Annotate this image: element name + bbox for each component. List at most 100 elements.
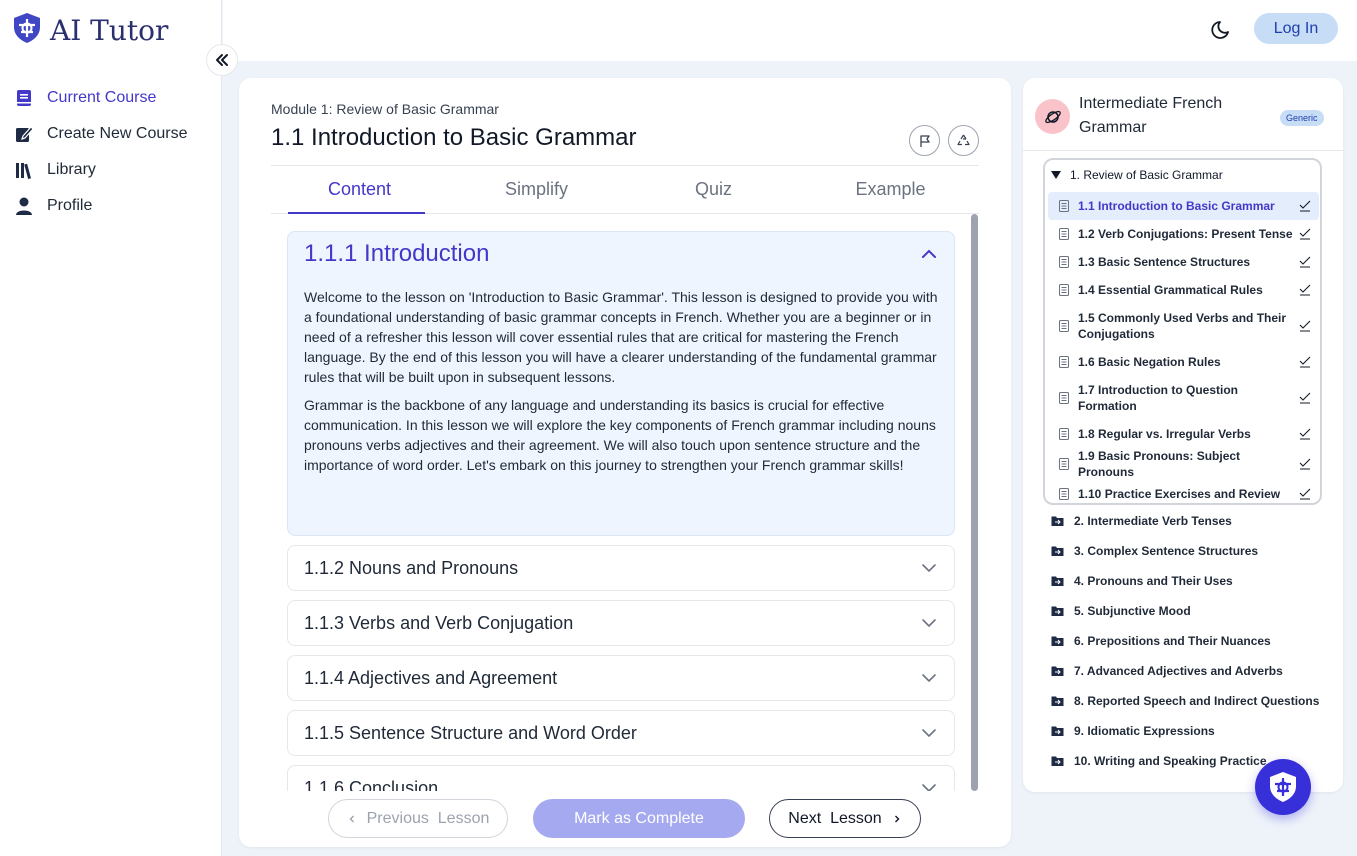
document-icon [1059, 392, 1069, 404]
lesson-tabs: Content Simplify Quiz Example [271, 166, 979, 214]
section-header[interactable]: 1.1.5 Sentence Structure and Word Order [288, 711, 954, 755]
section-title: 1.1.1 Introduction [304, 240, 490, 267]
chevron-down-icon [922, 784, 936, 791]
folder-arrow-icon [1051, 666, 1064, 676]
tab-quiz[interactable]: Quiz [625, 166, 802, 213]
module-title: 2. Intermediate Verb Tenses [1074, 514, 1232, 528]
theme-toggle-button[interactable] [1211, 18, 1233, 40]
login-button[interactable]: Log In [1254, 13, 1338, 44]
nav-create-new-course[interactable]: Create New Course [14, 116, 188, 152]
section-accordion[interactable]: 1.1.4 Adjectives and Agreement [287, 655, 955, 701]
lesson-label: 1.2 Verb Conjugations: Present Tense [1078, 227, 1293, 241]
section-title: 1.1.6 Conclusion [304, 777, 439, 792]
library-icon [16, 163, 32, 179]
lesson-item[interactable]: 1.4 Essential Grammatical Rules [1048, 276, 1319, 304]
section-accordion[interactable]: 1.1.5 Sentence Structure and Word Order [287, 710, 955, 756]
folder-arrow-icon [1051, 696, 1064, 706]
section-title: 1.1.3 Verbs and Verb Conjugation [304, 612, 574, 633]
document-icon [1059, 458, 1069, 470]
lesson-item[interactable]: 1.9 Basic Pronouns: Subject Pronouns [1048, 448, 1319, 480]
module-item[interactable]: 7. Advanced Adjectives and Adverbs [1051, 656, 1319, 686]
lesson-item[interactable]: 1.2 Verb Conjugations: Present Tense [1048, 220, 1319, 248]
section-header[interactable]: 1.1.1 Introduction [288, 232, 954, 276]
document-icon [1059, 228, 1069, 240]
document-icon [1059, 256, 1069, 268]
collapse-sidebar-button[interactable] [206, 44, 238, 76]
section-header[interactable]: 1.1.3 Verbs and Verb Conjugation [288, 601, 954, 645]
section-title: 1.1.2 Nouns and Pronouns [304, 557, 519, 578]
module-item[interactable]: 5. Subjunctive Mood [1051, 596, 1319, 626]
lesson-item[interactable]: 1.7 Introduction to Question Formation [1048, 376, 1319, 420]
module-item[interactable]: 6. Prepositions and Their Nuances [1051, 626, 1319, 656]
nav-label: Create New Course [47, 125, 188, 142]
tab-simplify[interactable]: Simplify [448, 166, 625, 213]
module-list: 2. Intermediate Verb Tenses 3. Complex S… [1051, 506, 1319, 776]
document-icon [1059, 200, 1069, 212]
section-accordion[interactable]: 1.1.2 Nouns and Pronouns [287, 545, 955, 591]
check-icon [1299, 284, 1311, 296]
recycle-button[interactable] [948, 125, 979, 156]
nav-current-course[interactable]: Current Course [14, 80, 188, 116]
section-accordion[interactable]: 1.1.3 Verbs and Verb Conjugation [287, 600, 955, 646]
lesson-item[interactable]: 1.5 Commonly Used Verbs and Their Conjug… [1048, 304, 1319, 348]
tab-example[interactable]: Example [802, 166, 979, 213]
page-title: 1.1 Introduction to Basic Grammar [271, 124, 637, 151]
lesson-label: 1.10 Practice Exercises and Review [1078, 487, 1281, 501]
chevron-down-icon [922, 564, 936, 573]
module-label: Module 1: Review of Basic Grammar [271, 101, 499, 117]
edit-icon [16, 126, 34, 142]
lesson-label: 1.5 Commonly Used Verbs and Their Conjug… [1078, 311, 1287, 341]
nav-profile[interactable]: Profile [14, 188, 188, 224]
planet-icon [1044, 110, 1061, 123]
lesson-item[interactable]: 1.3 Basic Sentence Structures [1048, 248, 1319, 276]
chevron-down-icon [922, 674, 936, 683]
lesson-item[interactable]: 1.6 Basic Negation Rules [1048, 348, 1319, 376]
lesson-item[interactable]: 1.8 Regular vs. Irregular Verbs [1048, 420, 1319, 448]
lesson-card: Module 1: Review of Basic Grammar 1.1 In… [239, 78, 1011, 847]
module-item[interactable]: 3. Complex Sentence Structures [1051, 536, 1319, 566]
brand-logo[interactable]: AI Tutor [12, 12, 168, 49]
caret-down-icon [1051, 171, 1061, 179]
lesson-item[interactable]: 1.1 Introduction to Basic Grammar [1048, 192, 1319, 220]
flag-button[interactable] [909, 125, 940, 156]
section-accordion: 1.1.1 Introduction Welcome to the lesson… [287, 231, 955, 536]
sidebar: AI Tutor Current Course Create New Cours… [0, 0, 222, 856]
folder-arrow-icon [1051, 576, 1064, 586]
ai-tutor-chat-button[interactable] [1255, 759, 1311, 815]
check-icon [1299, 256, 1311, 268]
tab-content[interactable]: Content [271, 166, 448, 214]
module-item[interactable]: 9. Idiomatic Expressions [1051, 716, 1319, 746]
check-icon [1299, 356, 1311, 368]
module-title: 3. Complex Sentence Structures [1074, 544, 1259, 558]
lesson-label: 1.3 Basic Sentence Structures [1078, 255, 1251, 269]
check-icon [1299, 488, 1311, 500]
content-scrollbar[interactable] [971, 214, 978, 791]
module-item[interactable]: 8. Reported Speech and Indirect Question… [1051, 686, 1319, 716]
shield-logo-icon [1270, 772, 1296, 802]
module-item[interactable]: 2. Intermediate Verb Tenses [1051, 506, 1319, 536]
lesson-label: 1.9 Basic Pronouns: Subject Pronouns [1078, 449, 1241, 479]
flag-icon [919, 134, 930, 147]
folder-arrow-icon [1051, 606, 1064, 616]
module-title: 8. Reported Speech and Indirect Question… [1074, 694, 1320, 708]
section-header[interactable]: 1.1.2 Nouns and Pronouns [288, 546, 954, 590]
button-label: Previous Lesson [366, 809, 490, 827]
mark-complete-button[interactable]: Mark as Complete [533, 799, 745, 838]
lesson-label: 1.7 Introduction to Question Formation [1078, 383, 1238, 413]
check-icon [1299, 392, 1311, 404]
nav-label: Current Course [47, 89, 157, 106]
nav-library[interactable]: Library [14, 152, 188, 188]
chevron-down-icon [922, 729, 936, 738]
module-item[interactable]: 4. Pronouns and Their Uses [1051, 566, 1319, 596]
next-lesson-button[interactable]: Next Lesson [769, 799, 921, 838]
previous-lesson-button[interactable]: Previous Lesson [328, 799, 508, 838]
lesson-item[interactable]: 1.10 Practice Exercises and Review [1048, 480, 1319, 508]
section-accordion[interactable]: 1.1.6 Conclusion [287, 765, 955, 791]
section-header[interactable]: 1.1.6 Conclusion [288, 766, 954, 791]
section-body: Welcome to the lesson on 'Introduction t… [288, 276, 954, 475]
sidebar-nav: Current Course Create New Course Library… [14, 80, 188, 224]
brand-name: AI Tutor [50, 14, 169, 47]
section-header[interactable]: 1.1.4 Adjectives and Agreement [288, 656, 954, 700]
folder-arrow-icon [1051, 636, 1064, 646]
module-header[interactable]: 1. Review of Basic Grammar [1051, 168, 1223, 182]
